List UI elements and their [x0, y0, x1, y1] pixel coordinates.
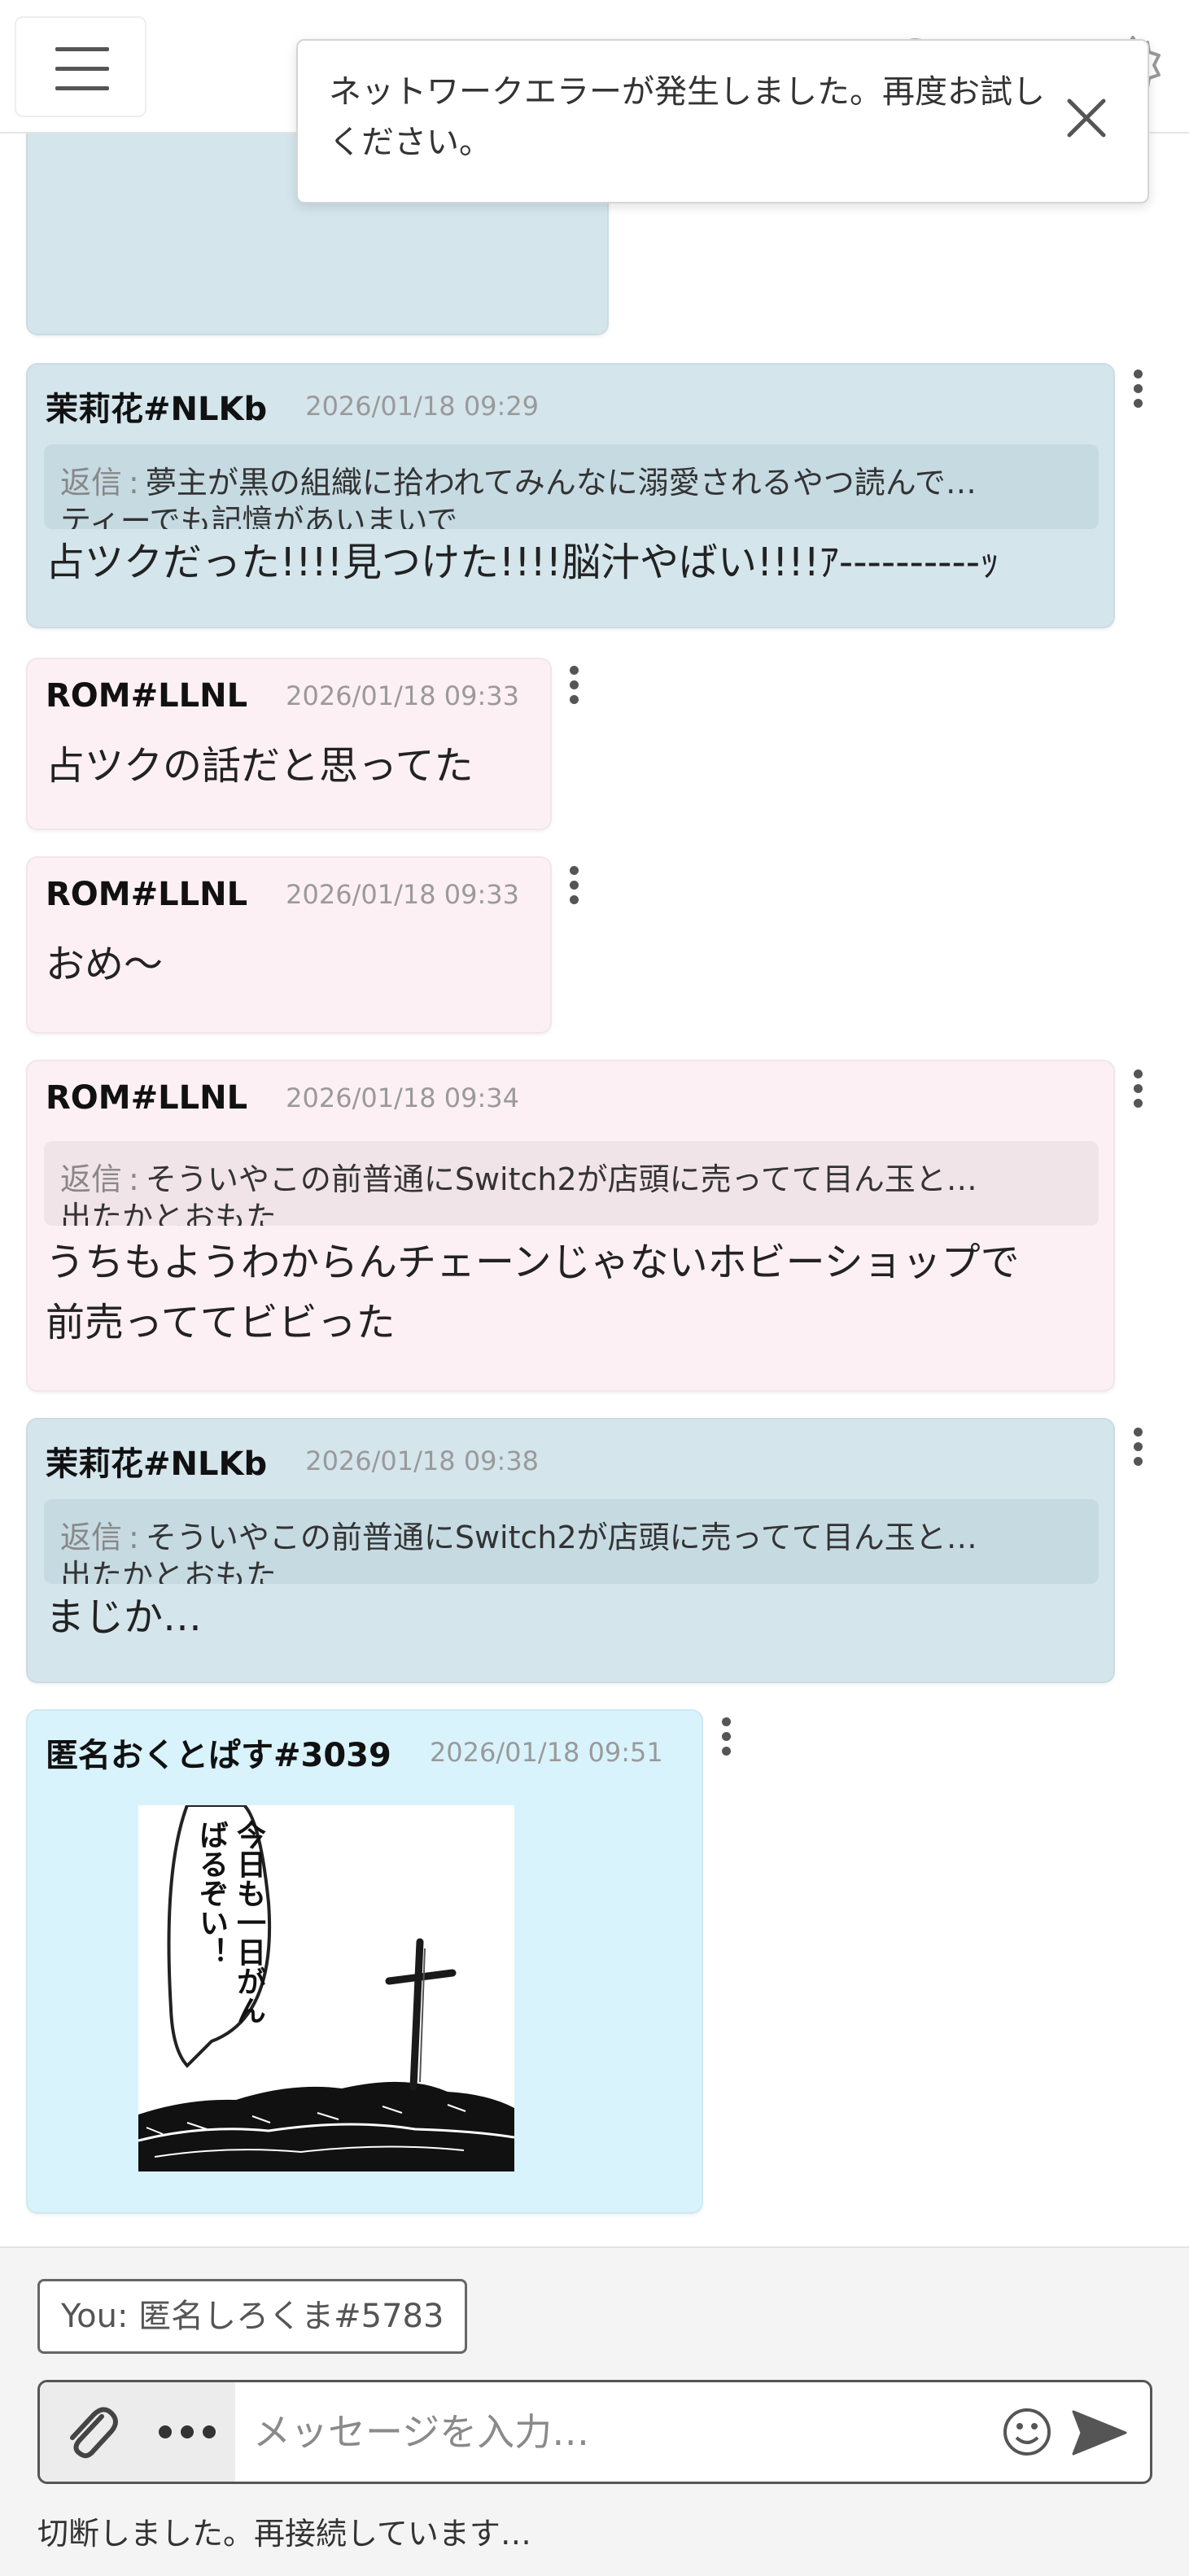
message-body: おめ〜 [46, 942, 164, 987]
message-body-line2: 前売っててビビった [46, 1300, 396, 1345]
message-header: ROM#LLNL 2026/01/18 09:33 [46, 677, 519, 715]
reply-label: 返信 [60, 1161, 123, 1197]
connection-status: 切断しました。再接続しています… [37, 2516, 531, 2552]
error-toast: ネットワークエラーが発生しました。再度お試しください。 [296, 39, 1149, 203]
message-bubble: 匿名おくとぱす#3039 2026/01/18 09:51 今日も一日がんばるぞ… [26, 1709, 703, 2214]
message-timestamp: 2026/01/18 09:38 [305, 1445, 540, 1476]
reply-text: 夢主が黒の組織に拾われてみんなに溺愛されるやつ読んで… [145, 465, 977, 501]
message-header: ROM#LLNL 2026/01/18 09:33 [46, 876, 519, 913]
message-author[interactable]: 匿名おくとぱす#3039 [46, 1729, 391, 1776]
message-author[interactable]: ROM#LLNL [46, 1079, 247, 1117]
reply-separator: : [129, 1161, 139, 1197]
reply-label: 返信 [60, 465, 123, 501]
reply-quote[interactable]: 返信: 夢主が黒の組織に拾われてみんなに溺愛されるやつ読んで… ティーでも記憶があ… [44, 444, 1099, 529]
message-timestamp: 2026/01/18 09:33 [286, 680, 519, 711]
message-menu-button[interactable] [710, 1703, 742, 1768]
reply-text: そういやこの前普通にSwitch2が店頭に売ってて目ん玉と… [145, 1161, 977, 1197]
message-timestamp: 2026/01/18 09:33 [286, 879, 519, 910]
message-body: 占ツクの話だと思ってた [46, 743, 474, 789]
message-menu-button[interactable] [557, 851, 590, 916]
message-author[interactable]: 茉莉花#NLKb [46, 383, 267, 430]
reply-quote[interactable]: 返信: そういやこの前普通にSwitch2が店頭に売ってて目ん玉と… 出たかとおも… [44, 1141, 1099, 1226]
toast-message: ネットワークエラーが発生しました。再度お試しください。 [329, 73, 1045, 161]
message-body: まじか… [46, 1594, 203, 1640]
reply-text-overflow: 出たかとおもた [60, 1200, 278, 1226]
message-body: 占ツクだった!!!!見つけた!!!!脳汁やばい!!!!ｱ‐‐‐‐‐‐‐‐‐‐ｯ [46, 540, 1000, 585]
message-input[interactable] [253, 2382, 1010, 2482]
reply-text-overflow: 出たかとおもた [60, 1558, 278, 1584]
reply-text: そういやこの前普通にSwitch2が店頭に売ってて目ん玉と… [145, 1520, 977, 1555]
send-icon[interactable] [1069, 2402, 1130, 2464]
message-timestamp: 2026/01/18 09:51 [429, 1737, 663, 1768]
message-bubble: 茉莉花#NLKb 2026/01/18 09:29 返信: 夢主が黒の組織に拾われ… [26, 363, 1115, 628]
message-header: 茉莉花#NLKb 2026/01/18 09:29 [46, 383, 539, 430]
message-menu-button[interactable] [1121, 1413, 1154, 1478]
message-timestamp: 2026/01/18 09:34 [286, 1082, 519, 1113]
attached-image[interactable]: 今日も一日がんばるぞい！ [138, 1805, 514, 2171]
message-body-line1: うちもようわからんチェーンじゃないホビーショップで [46, 1240, 1020, 1285]
paperclip-icon[interactable] [59, 2402, 121, 2464]
message-input-row [37, 2380, 1152, 2484]
image-speech-text: 今日も一日がんばるぞい！ [195, 1820, 265, 2025]
reply-separator: : [129, 1520, 139, 1555]
message-menu-button[interactable] [1121, 1055, 1154, 1120]
hamburger-menu-button[interactable] [15, 16, 146, 117]
message-header: 茉莉花#NLKb 2026/01/18 09:38 [46, 1437, 539, 1485]
message-author[interactable]: 茉莉花#NLKb [46, 1437, 267, 1485]
composer-tool-buttons [40, 2382, 235, 2482]
message-header: 匿名おくとぱす#3039 2026/01/18 09:51 [46, 1729, 663, 1776]
message-bubble: ROM#LLNL 2026/01/18 09:33 おめ〜 [26, 856, 552, 1034]
more-dots-icon[interactable] [154, 2407, 221, 2457]
message-author[interactable]: ROM#LLNL [46, 876, 247, 913]
reply-text-overflow: ティーでも記憶があいまいで [60, 503, 458, 529]
current-user-badge[interactable]: You: 匿名しろくま#5783 [37, 2279, 468, 2354]
message-bubble: 茉莉花#NLKb 2026/01/18 09:38 返信: そういやこの前普通にS… [26, 1418, 1115, 1683]
message-timestamp: 2026/01/18 09:29 [305, 391, 540, 422]
message-bubble: ROM#LLNL 2026/01/18 09:33 占ツクの話だと思ってた [26, 658, 552, 830]
close-icon[interactable] [1050, 81, 1123, 155]
reply-separator: : [129, 465, 139, 501]
message-menu-button[interactable] [1121, 355, 1154, 420]
reply-label: 返信 [60, 1520, 123, 1555]
reply-quote[interactable]: 返信: そういやこの前普通にSwitch2が店頭に売ってて目ん玉と… 出たかとおも… [44, 1499, 1099, 1584]
message-bubble: ROM#LLNL 2026/01/18 09:34 返信: そういやこの前普通にS… [26, 1060, 1115, 1392]
message-menu-button[interactable] [557, 651, 590, 716]
smiley-icon[interactable] [1000, 2405, 1054, 2459]
chat-messages: 茉莉花#NLKb 2026/01/18 09:29 返信: 夢主が黒の組織に拾われ… [0, 0, 1189, 2246]
message-header: ROM#LLNL 2026/01/18 09:34 [46, 1079, 519, 1117]
message-author[interactable]: ROM#LLNL [46, 677, 247, 715]
message-composer: You: 匿名しろくま#5783 切断しました。再接続しています… [0, 2246, 1189, 2576]
